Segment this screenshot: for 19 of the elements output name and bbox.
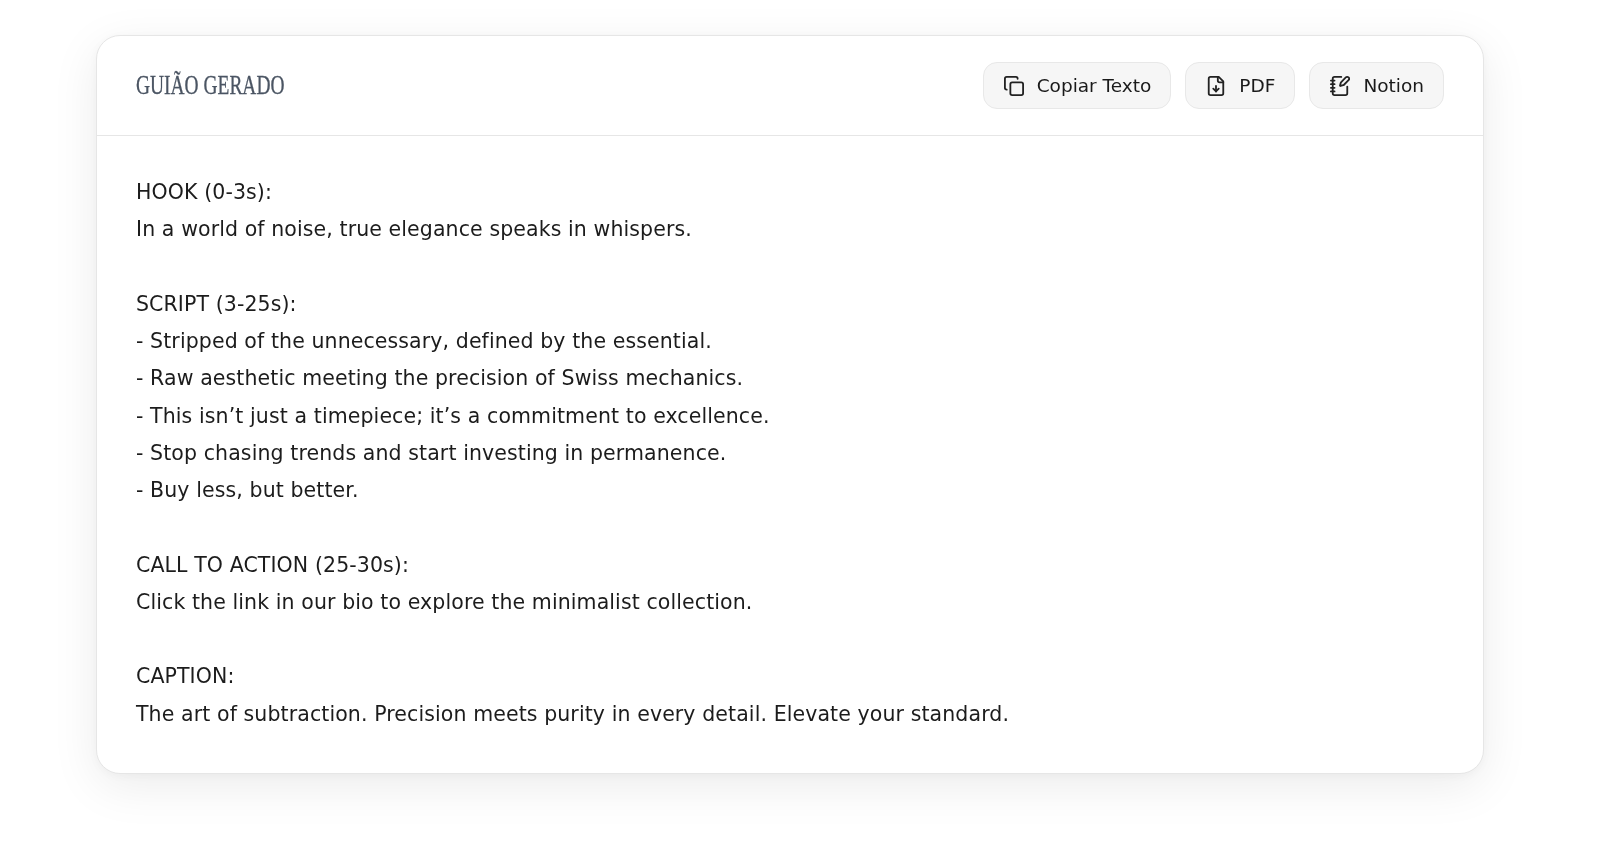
script-line: The art of subtraction. Precision meets purity in every detail. Elevate your standard. — [136, 700, 1010, 728]
script-line: In a world of noise, true elegance speaks in whispers. — [136, 216, 692, 244]
section-heading: SCRIPT (3-25s): — [136, 290, 297, 318]
action-button[interactable]: PDF — [1185, 62, 1296, 109]
action-button[interactable]: Copiar Texto — [982, 62, 1172, 109]
script-line: - Buy less, but better. — [136, 477, 359, 504]
script-line: - This isn’t just a timepiece; it’s a commitment to excellence. — [136, 402, 770, 430]
section-heading: CALL TO ACTION (25-30s): — [136, 551, 409, 579]
copy-icon — [1003, 75, 1024, 96]
script-line: - Stripped of the unnecessary, defined by the essential. — [136, 328, 712, 355]
file-download-icon — [1206, 75, 1227, 96]
script-line: - Stop chasing trends and start investing in permanence. — [136, 439, 727, 467]
script-line: Click the link in our bio to explore the minimalist collection. — [136, 588, 753, 616]
action-button[interactable]: Notion — [1309, 62, 1444, 109]
section-heading: CAPTION: — [136, 663, 235, 691]
notebook-pen-icon — [1330, 75, 1351, 96]
script-line: - Raw aesthetic meeting the precision of Swiss mechanics. — [136, 365, 744, 393]
section-heading: HOOK (0-3s): — [136, 179, 272, 206]
card-title: GUIÃO GERADO — [136, 70, 285, 101]
